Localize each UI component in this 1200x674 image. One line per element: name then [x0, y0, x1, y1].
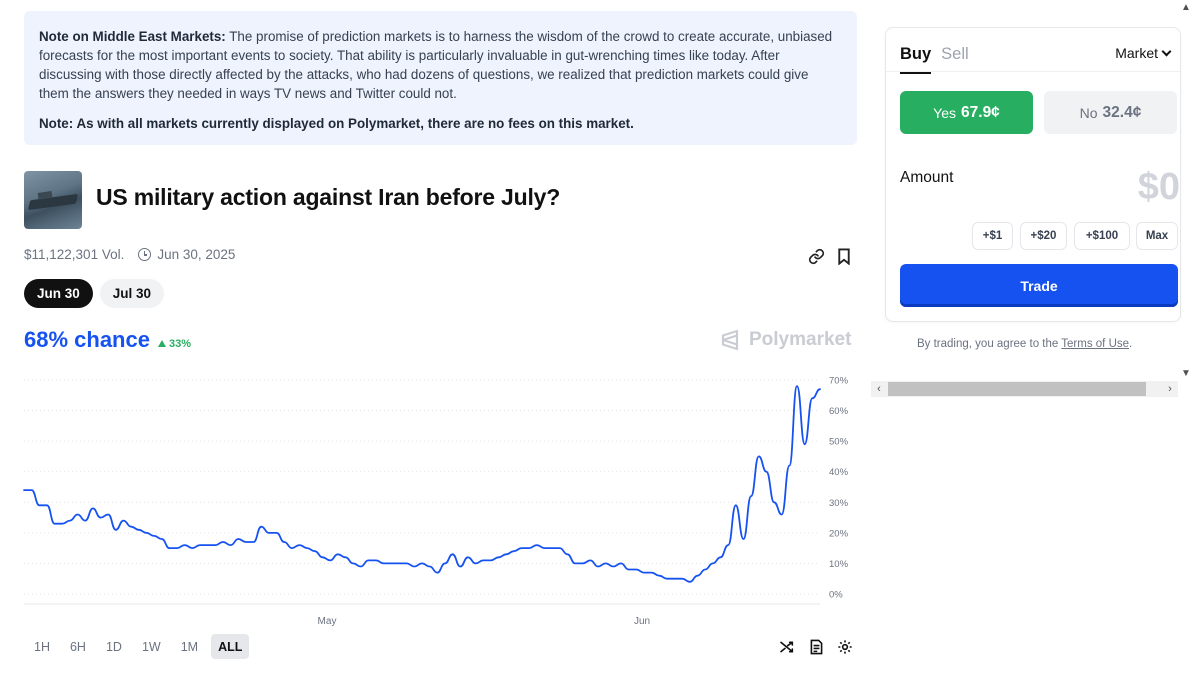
terms-prefix: By trading, you agree to the — [917, 338, 1062, 350]
amount-label: Amount — [900, 169, 954, 186]
chance-row: 68% chance 33% — [24, 327, 191, 353]
document-icon[interactable] — [806, 637, 826, 657]
x-tick-label: May — [318, 616, 337, 627]
copy-link-icon[interactable] — [806, 246, 826, 266]
note-heading: Note on Middle East Markets: — [39, 29, 226, 44]
quick-add-1-button[interactable]: +$1 — [972, 222, 1013, 250]
tab-jul-30[interactable]: Jul 30 — [99, 279, 165, 308]
y-tick-label: 0% — [829, 590, 843, 601]
y-tick-label: 70% — [829, 376, 849, 387]
terms-notice: By trading, you agree to the Terms of Us… — [917, 338, 1132, 350]
fees-note: Note: As with all markets currently disp… — [39, 114, 841, 133]
range-1w[interactable]: 1W — [135, 634, 168, 659]
scroll-left-arrow-icon[interactable]: ‹ — [871, 381, 887, 397]
yes-price: 67.9¢ — [961, 103, 1000, 121]
chance-value: 68% chance — [24, 327, 150, 352]
y-axis-ticks: 0% 10% 20% 30% 40% 50% 60% 70% — [829, 376, 849, 601]
note-paragraph: Note on Middle East Markets: The promise… — [39, 27, 841, 103]
tab-sell[interactable]: Sell — [941, 45, 969, 74]
range-1h[interactable]: 1H — [27, 634, 57, 659]
market-title: US military action against Iran before J… — [96, 184, 561, 210]
price-chart: 0% 10% 20% 30% 40% 50% 60% 70% May Jun — [23, 376, 849, 627]
volume: $11,122,301 Vol. — [24, 247, 125, 262]
range-6h[interactable]: 6H — [63, 634, 93, 659]
scroll-up-arrow-icon[interactable]: ▲ — [1178, 0, 1194, 16]
y-tick-label: 30% — [829, 498, 849, 509]
y-tick-label: 10% — [829, 559, 849, 570]
yes-button[interactable]: Yes 67.9¢ — [900, 91, 1033, 134]
market-note: Note on Middle East Markets: The promise… — [24, 11, 857, 145]
y-tick-label: 40% — [829, 467, 849, 478]
quick-add-100-button[interactable]: +$100 — [1074, 222, 1130, 250]
panel-divider — [886, 71, 1180, 72]
polymarket-watermark: Polymarket — [719, 329, 851, 351]
settings-gear-icon[interactable] — [835, 637, 855, 657]
buy-sell-tabs: Buy Sell — [900, 45, 969, 74]
chance-delta: 33% — [158, 338, 191, 350]
order-type-label: Market — [1115, 45, 1158, 61]
tab-jun-30[interactable]: Jun 30 — [24, 279, 93, 308]
terms-suffix: . — [1129, 338, 1133, 350]
no-price: 32.4¢ — [1102, 103, 1142, 121]
bookmark-icon[interactable] — [834, 246, 854, 266]
y-tick-label: 60% — [829, 406, 849, 417]
no-label: No — [1079, 104, 1098, 121]
max-amount-button[interactable]: Max — [1136, 222, 1178, 250]
y-tick-label: 20% — [829, 528, 849, 539]
y-tick-label: 50% — [829, 437, 849, 448]
date-tabs: Jun 30 Jul 30 — [24, 279, 165, 308]
horizontal-scrollbar[interactable]: ‹ › — [871, 381, 1178, 397]
amount-input[interactable]: $0 — [1138, 166, 1180, 209]
watermark-text: Polymarket — [749, 329, 852, 350]
tab-buy[interactable]: Buy — [900, 45, 932, 74]
time-range-tabs: 1H 6H 1D 1W 1M ALL — [27, 634, 250, 659]
shuffle-icon[interactable] — [777, 637, 797, 657]
fees-note-text: Note: As with all markets currently disp… — [39, 116, 634, 131]
end-date: Jun 30, 2025 — [157, 247, 236, 262]
range-all[interactable]: ALL — [211, 634, 250, 659]
price-series-line — [23, 385, 821, 583]
scroll-down-arrow-icon[interactable]: ▼ — [1178, 366, 1194, 382]
x-axis-ticks: May Jun — [318, 616, 651, 627]
no-button[interactable]: No 32.4¢ — [1044, 91, 1177, 134]
chevron-down-icon — [1161, 46, 1172, 56]
x-tick-label: Jun — [634, 616, 650, 627]
chart-grid — [24, 379, 820, 605]
market-meta: $11,122,301 Vol. Jun 30, 2025 — [24, 247, 235, 262]
order-type-dropdown[interactable]: Market — [1115, 45, 1172, 61]
range-1d[interactable]: 1D — [99, 634, 129, 659]
yes-label: Yes — [933, 104, 957, 121]
ship-shape — [27, 193, 79, 211]
market-image — [24, 171, 82, 229]
trade-panel: Buy Sell Market Yes 67.9¢ No 32.4¢ Amoun… — [885, 27, 1181, 322]
terms-of-use-link[interactable]: Terms of Use — [1061, 338, 1129, 350]
quick-add-20-button[interactable]: +$20 — [1020, 222, 1067, 250]
trade-button[interactable]: Trade — [900, 264, 1178, 307]
range-1m[interactable]: 1M — [174, 634, 205, 659]
polymarket-logo-icon — [721, 329, 739, 351]
clock-icon — [138, 248, 152, 261]
scroll-right-arrow-icon[interactable]: › — [1162, 381, 1178, 397]
scrollbar-thumb[interactable] — [888, 382, 1146, 396]
